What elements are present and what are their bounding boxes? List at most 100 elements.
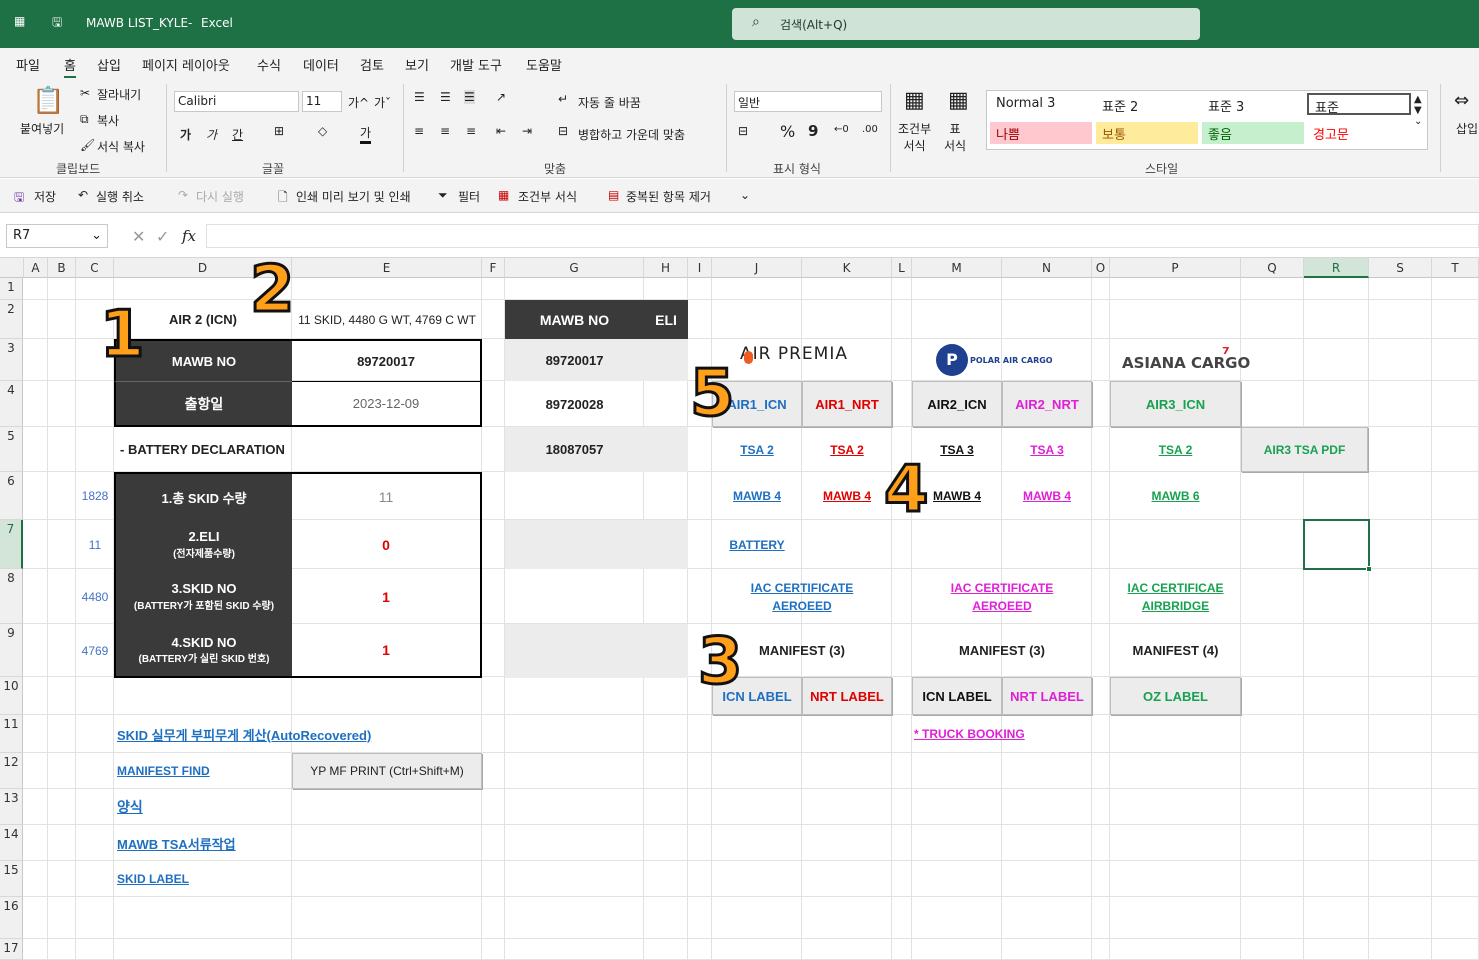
redo-button[interactable]: 다시 실행 — [196, 188, 244, 205]
percent-button[interactable]: % — [780, 122, 795, 141]
selected-cell-r7[interactable] — [1303, 519, 1370, 570]
cell-d11[interactable]: SKID 실무게 부피무게 계산(AutoRecovered) — [114, 715, 414, 753]
merge-center-button[interactable]: 병합하고 가운데 맞춤 — [578, 126, 685, 143]
cell-p6[interactable]: MAWB 6 — [1110, 472, 1241, 520]
save-icon[interactable]: 🖫 — [14, 188, 24, 209]
style-neutral[interactable]: 보통 — [1096, 122, 1198, 144]
orientation-icon[interactable]: ↗ — [496, 90, 506, 104]
conditional-format-button[interactable]: 조건부 서식 — [898, 120, 931, 154]
style-normal3[interactable]: Normal 3 — [990, 94, 1061, 116]
font-decrease-button[interactable]: 가ˇ — [374, 94, 391, 111]
insert-function-button[interactable]: fx — [182, 227, 196, 245]
conditional-format-icon[interactable]: ▦ — [904, 88, 925, 113]
tab-page-layout[interactable]: 페이지 레이아웃 — [142, 55, 230, 74]
cell-p4[interactable]: AIR3_ICN — [1110, 381, 1241, 427]
align-bottom-icon[interactable]: ☰ — [464, 90, 475, 104]
cell-n5[interactable]: TSA 3 — [1002, 427, 1092, 472]
style-good[interactable]: 좋음 — [1202, 122, 1304, 144]
cancel-icon[interactable]: ✕ — [132, 227, 145, 246]
indent-increase-icon[interactable]: ⇥ — [522, 124, 532, 138]
align-right-icon[interactable]: ≡ — [466, 124, 476, 138]
tab-help[interactable]: 도움말 — [526, 55, 562, 74]
underline-button[interactable]: 간 — [232, 126, 243, 143]
tab-developer[interactable]: 개발 도구 — [450, 55, 502, 74]
increase-decimal-icon[interactable]: ←0 — [834, 124, 849, 135]
cell-e12[interactable]: YP MF PRINT (Ctrl+Shift+M) — [292, 753, 482, 789]
tab-view[interactable]: 보기 — [405, 55, 429, 74]
cell-p8[interactable]: IAC CERTIFICAE AIRBRIDGE — [1110, 569, 1241, 624]
align-left-icon[interactable]: ≡ — [414, 124, 424, 138]
tab-file[interactable]: 파일 — [16, 55, 40, 74]
insert-cells-button[interactable]: 삽입 — [1456, 120, 1478, 137]
excel-app-icon[interactable]: ▦ — [14, 14, 25, 28]
style-bad[interactable]: 나쁨 — [990, 122, 1092, 144]
undo-icon[interactable]: ↶ — [78, 188, 88, 202]
customize-qat-icon[interactable]: ⌄ — [740, 188, 750, 202]
bold-button[interactable]: 가 — [180, 126, 191, 143]
cell-n10[interactable]: NRT LABEL — [1002, 677, 1092, 715]
cell-p5[interactable]: TSA 2 — [1110, 427, 1241, 472]
format-table-icon[interactable]: ▦ — [948, 88, 969, 113]
font-color-button[interactable]: 가 — [360, 124, 372, 144]
wrap-text-button[interactable]: 자동 줄 바꿈 — [578, 94, 641, 111]
tab-data[interactable]: 데이터 — [303, 55, 339, 74]
cell-d12[interactable]: MANIFEST FIND — [114, 753, 292, 789]
undo-button[interactable]: 실행 취소 — [96, 188, 144, 205]
cell-d15[interactable]: SKID LABEL — [114, 861, 292, 897]
cell-q5[interactable]: AIR3 TSA PDF — [1241, 427, 1368, 472]
cell-j5[interactable]: TSA 2 — [712, 427, 802, 472]
style-standard[interactable]: 표준 — [1307, 93, 1411, 116]
redo-icon[interactable]: ↷ — [178, 188, 188, 202]
font-size-select[interactable]: 11 — [302, 91, 342, 112]
style-standard3[interactable]: 표준 3 — [1202, 94, 1250, 116]
gallery-scroll-icon[interactable]: ▲ ▼ ⌄ — [1414, 94, 1422, 127]
cell-m4[interactable]: AIR2_ICN — [912, 381, 1002, 427]
number-format-select[interactable]: 일반 — [734, 91, 882, 112]
italic-button[interactable]: 가 — [206, 126, 217, 143]
cell-k6[interactable]: MAWB 4 — [802, 472, 892, 520]
cell-n6[interactable]: MAWB 4 — [1002, 472, 1092, 520]
cell-j8[interactable]: IAC CERTIFICATE AEROEED — [712, 569, 892, 624]
cell-k5[interactable]: TSA 2 — [802, 427, 892, 472]
cell-d13[interactable]: 양식 — [114, 789, 292, 825]
cut-icon[interactable]: ✂ — [80, 86, 90, 100]
cell-j6[interactable]: MAWB 4 — [712, 472, 802, 520]
remove-duplicates-button[interactable]: 중복된 항목 제거 — [626, 188, 711, 205]
border-icon[interactable]: ⊞ — [274, 124, 284, 138]
align-top-icon[interactable]: ☰ — [414, 90, 425, 104]
enter-icon[interactable]: ✓ — [156, 227, 169, 246]
format-table-button[interactable]: 표 서식 — [944, 120, 966, 154]
cut-button[interactable]: 잘라내기 — [97, 86, 141, 103]
font-name-select[interactable]: Calibri — [174, 91, 299, 112]
currency-icon[interactable]: ⊟ — [738, 124, 748, 138]
cell-p10[interactable]: OZ LABEL — [1110, 677, 1241, 715]
style-warning[interactable]: 경고문 — [1307, 122, 1409, 144]
fill-color-icon[interactable]: ◇ — [318, 124, 327, 138]
cond-format-icon[interactable]: ▦ — [498, 188, 509, 202]
decrease-decimal-icon[interactable]: .00 — [862, 124, 878, 135]
tab-home[interactable]: 홈 — [64, 55, 76, 79]
align-center-icon[interactable]: ≡ — [440, 124, 450, 138]
cell-k4[interactable]: AIR1_NRT — [802, 381, 892, 427]
cell-m11[interactable]: * TRUCK BOOKING — [912, 715, 1112, 753]
format-painter-button[interactable]: 서식 복사 — [97, 138, 145, 155]
fill-handle[interactable] — [1366, 566, 1372, 572]
align-middle-icon[interactable]: ☰ — [440, 90, 451, 104]
tab-insert[interactable]: 삽입 — [97, 55, 121, 74]
formula-input[interactable] — [206, 224, 1479, 248]
cell-j7[interactable]: BATTERY — [712, 520, 802, 569]
cell-k10[interactable]: NRT LABEL — [802, 677, 892, 715]
font-increase-button[interactable]: 가^ — [348, 94, 369, 111]
autosave-icon[interactable]: 🖫 — [52, 13, 62, 34]
print-preview-button[interactable]: 인쇄 미리 보기 및 인쇄 — [296, 188, 411, 205]
comma-button[interactable]: 9 — [808, 122, 818, 140]
cell-d14[interactable]: MAWB TSA서류작업 — [114, 825, 292, 861]
cond-format-button[interactable]: 조건부 서식 — [518, 188, 577, 205]
indent-decrease-icon[interactable]: ⇤ — [496, 124, 506, 138]
print-preview-icon[interactable]: 🗋 — [278, 188, 288, 209]
name-box[interactable]: R7 ⌄ — [6, 224, 108, 248]
paste-icon[interactable]: 📋 — [32, 86, 64, 116]
style-standard2[interactable]: 표준 2 — [1096, 94, 1144, 116]
cell-m8[interactable]: IAC CERTIFICATE AEROEED — [912, 569, 1092, 624]
cell-n4[interactable]: AIR2_NRT — [1002, 381, 1092, 427]
